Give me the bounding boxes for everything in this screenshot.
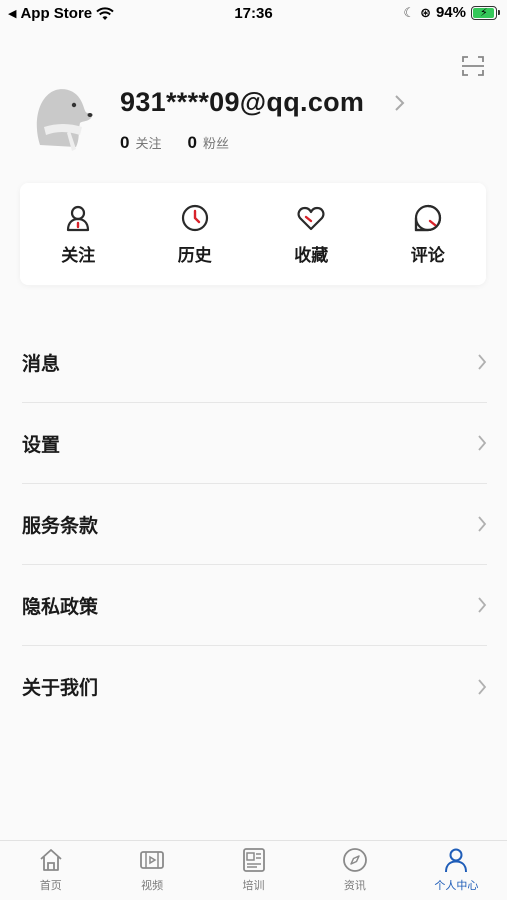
video-icon [140,851,165,869]
menu-item-terms[interactable]: 服务条款 [22,484,487,565]
action-card: 关注 历史 收藏 评论 [20,183,486,285]
tab-training[interactable]: 培训 [203,841,304,900]
action-comments[interactable]: 评论 [373,203,483,266]
tab-label: 培训 [242,880,265,892]
tab-video[interactable]: 视频 [101,841,202,900]
action-history-label: 历史 [177,245,212,265]
tab-bar: 首页 视频 培训 资讯 个人中心 [0,840,507,900]
action-follow-label: 关注 [61,245,96,265]
heart-icon [297,206,325,230]
training-icon [242,848,265,872]
chevron-right-icon [478,435,487,451]
tab-profile[interactable]: 个人中心 [406,841,507,900]
scan-icon[interactable] [461,54,485,78]
action-comments-label: 评论 [410,245,445,265]
chevron-right-icon[interactable] [394,93,406,113]
chevron-right-icon [478,516,487,532]
chevron-right-icon [478,678,487,695]
tab-label: 视频 [141,880,164,892]
tab-news[interactable]: 资讯 [304,841,405,900]
menu-item-about[interactable]: 关于我们 [22,646,487,727]
menu-item-label: 设置 [22,434,61,456]
username: 931****09@qq.com [120,87,365,117]
following-label[interactable]: 关注 [135,133,161,152]
avatar[interactable] [30,83,94,155]
battery-icon: ⚡ [471,5,500,20]
menu-item-label: 关于我们 [22,678,99,699]
profile-header[interactable]: 931****09@qq.com 0 关注 0 粉丝 [30,83,490,163]
menu-item-label: 服务条款 [22,515,99,537]
menu-item-label: 消息 [22,353,61,375]
orientation-lock-icon: ⊛ [420,4,431,20]
status-right: ☾ ⊛ 94% ⚡ [403,4,500,21]
fans-count[interactable]: 0 [187,133,196,153]
action-history[interactable]: 历史 [140,203,250,266]
profile-stats: 0 关注 0 粉丝 [120,133,249,153]
tab-home[interactable]: 首页 [0,841,101,900]
user-icon [67,205,90,231]
tab-label: 首页 [39,880,62,892]
menu-item-label: 隐私政策 [22,596,99,618]
clock-icon [181,204,208,231]
compass-icon [343,848,367,872]
home-icon [40,849,62,871]
chevron-right-icon [478,597,487,613]
chevron-right-icon [478,354,487,370]
action-favorites-label: 收藏 [294,245,329,265]
tab-label: 资讯 [343,880,366,892]
menu-item-privacy[interactable]: 隐私政策 [22,565,487,646]
tab-label: 个人中心 [434,880,479,892]
following-count[interactable]: 0 [120,133,129,153]
menu-item-settings[interactable]: 设置 [22,403,487,484]
moon-icon: ☾ [403,4,416,20]
menu-list: 消息 设置 服务条款 隐私政策 关于我们 [22,322,487,727]
fans-label[interactable]: 粉丝 [203,133,229,152]
battery-percent: 94% [435,4,466,21]
status-bar: ◀ App Store 17:36 ☾ ⊛ 94% ⚡ [0,0,507,28]
action-follow[interactable]: 关注 [23,203,133,266]
person-icon [445,848,468,873]
menu-item-messages[interactable]: 消息 [22,322,487,403]
comment-icon [414,204,441,231]
action-favorites[interactable]: 收藏 [256,203,366,266]
